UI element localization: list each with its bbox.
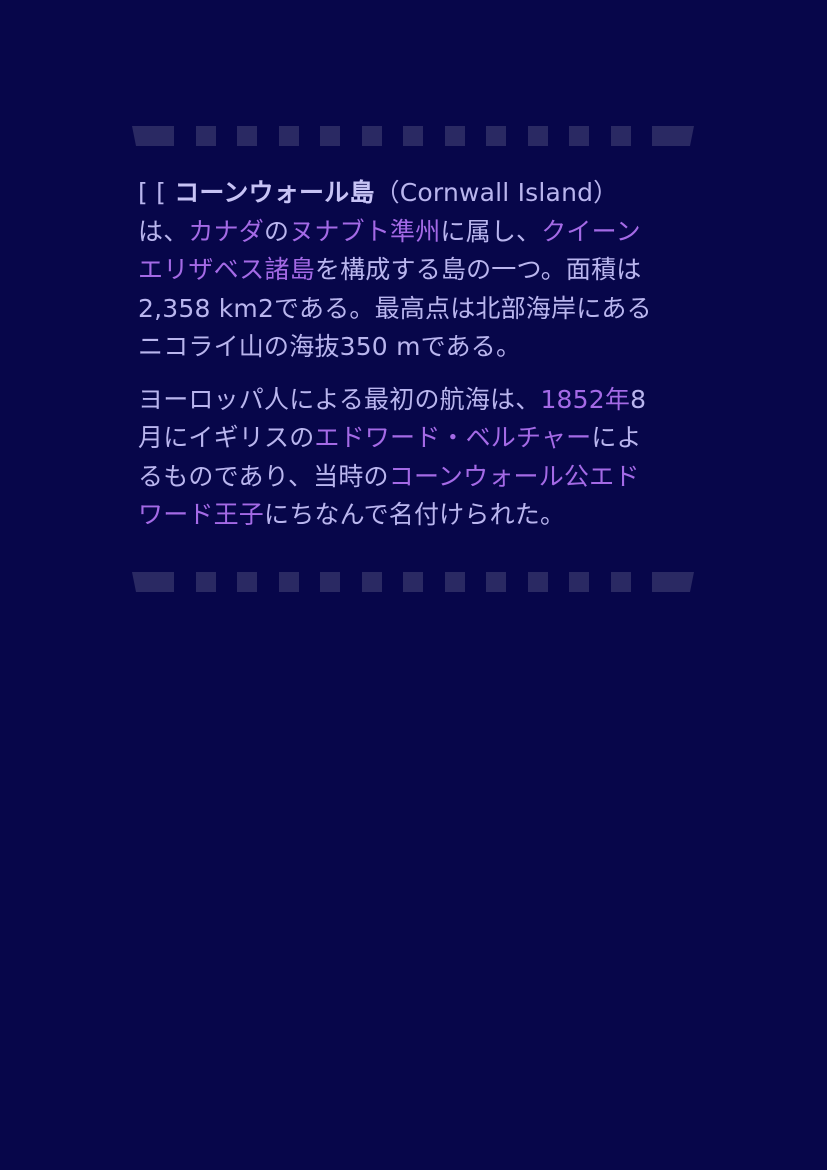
text-run: るものであり、当時の — [138, 461, 389, 491]
link-nunavut[interactable]: ヌナブト準州 — [289, 217, 440, 246]
text-run: に属し、 — [440, 216, 542, 246]
text-run: ヨーロッパ人による最初の航海は、 — [138, 384, 541, 414]
divider-segment — [132, 572, 174, 592]
text-run: にちなんで名付けられた。 — [264, 500, 566, 529]
wiki-bracket-prefix: [ [ — [138, 178, 175, 207]
page: [ [ コーンウォール島（Cornwall Island） は、カナダのヌナブト… — [0, 0, 827, 1170]
divider-segment — [278, 126, 299, 146]
article-title-english: （Cornwall Island） — [374, 178, 619, 207]
text-line: ニコライ山の海抜350 mである。 — [138, 328, 678, 367]
paragraph-history: ヨーロッパ人による最初の航海は、1852年8 月にイギリスのエドワード・ベルチャ… — [138, 381, 678, 535]
divider-segment — [486, 572, 506, 592]
divider-segment — [527, 126, 548, 146]
divider-segment — [444, 126, 465, 146]
divider-segment — [237, 572, 257, 592]
divider-segment — [195, 126, 216, 146]
text-run: 2,358 km2である。最高点は北部海岸にある — [138, 293, 652, 323]
text-run: の — [264, 216, 290, 246]
top-divider — [132, 126, 694, 146]
link-duke-of-cornwall[interactable]: コーンウォール公エド — [389, 462, 640, 491]
text-line: 月にイギリスのエドワード・ベルチャーによ — [138, 419, 678, 458]
divider-segment — [610, 572, 631, 592]
text-run: 月にイギリスの — [138, 423, 315, 452]
article-title: コーンウォール島 — [174, 178, 375, 207]
text-run: は、 — [138, 216, 189, 246]
link-edward-belcher[interactable]: エドワード・ベルチャー — [314, 423, 591, 452]
divider-segment — [652, 572, 694, 592]
bottom-divider — [132, 572, 694, 592]
divider-segment — [361, 572, 382, 592]
divider-segment — [278, 572, 299, 592]
text-run: ニコライ山の海抜350 mである。 — [138, 332, 522, 361]
text-line: ヨーロッパ人による最初の航海は、1852年8 — [138, 381, 678, 420]
divider-segment — [237, 126, 257, 146]
link-1852[interactable]: 1852年 — [540, 385, 630, 414]
divider-segment — [132, 126, 174, 146]
link-canada[interactable]: カナダ — [188, 217, 264, 246]
divider-segment — [195, 572, 216, 592]
paragraph-intro: [ [ コーンウォール島（Cornwall Island） は、カナダのヌナブト… — [138, 174, 678, 367]
link-queen-elizabeth-islands[interactable]: クイーン — [541, 217, 641, 246]
divider-segment — [403, 126, 423, 146]
divider-segment — [569, 126, 589, 146]
divider-segment — [361, 126, 382, 146]
divider-segment — [610, 126, 631, 146]
text-run: を構成する島の一つ。面積は — [314, 255, 642, 284]
article-body: [ [ コーンウォール島（Cornwall Island） は、カナダのヌナブト… — [138, 174, 678, 549]
text-run: 8 — [630, 384, 647, 414]
text-line: るものであり、当時のコーンウォール公エド — [138, 458, 678, 497]
link-queen-elizabeth-islands[interactable]: エリザベス諸島 — [138, 255, 315, 284]
divider-segment — [444, 572, 465, 592]
divider-segment — [652, 126, 694, 146]
text-line: ワード王子にちなんで名付けられた。 — [138, 496, 678, 535]
text-line: エリザベス諸島を構成する島の一つ。面積は — [138, 251, 678, 290]
divider-segment — [320, 572, 340, 592]
text-run: によ — [591, 423, 642, 452]
divider-segment — [320, 126, 340, 146]
divider-segment — [486, 126, 506, 146]
text-line: 2,358 km2である。最高点は北部海岸にある — [138, 290, 678, 329]
link-duke-of-cornwall[interactable]: ワード王子 — [138, 500, 264, 529]
text-line: [ [ コーンウォール島（Cornwall Island） — [138, 174, 678, 213]
divider-segment — [403, 572, 423, 592]
text-line: は、カナダのヌナブト準州に属し、クイーン — [138, 213, 678, 252]
divider-segment — [569, 572, 589, 592]
divider-segment — [527, 572, 548, 592]
